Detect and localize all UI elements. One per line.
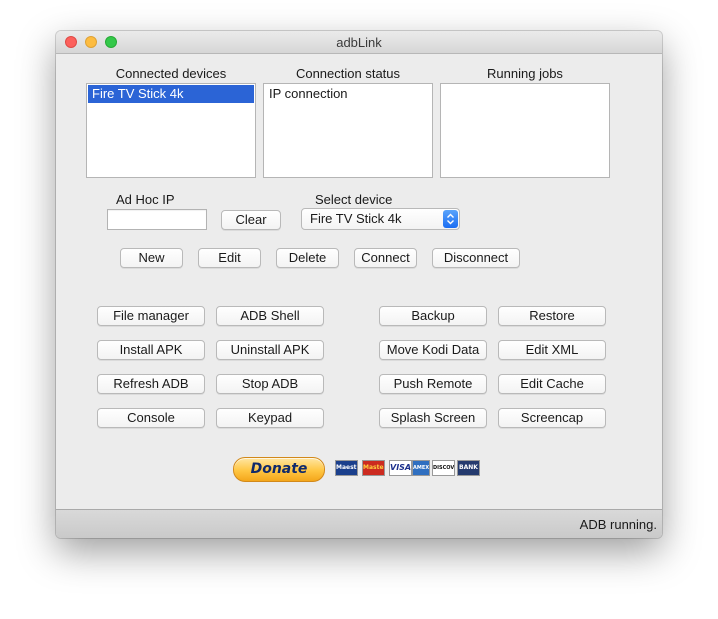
select-device-label: Select device [315, 192, 393, 207]
screencap-button[interactable]: Screencap [498, 408, 606, 428]
connected-devices-list[interactable]: Fire TV Stick 4k [86, 83, 256, 178]
console-button[interactable]: Console [97, 408, 205, 428]
device-list-item[interactable]: Fire TV Stick 4k [88, 85, 254, 103]
updown-arrows-icon [443, 210, 458, 228]
status-bar: ADB running. [56, 509, 662, 538]
backup-button[interactable]: Backup [379, 306, 487, 326]
device-select-value: Fire TV Stick 4k [310, 211, 402, 226]
amex-card-icon: AMEX [412, 460, 430, 476]
title-bar[interactable]: adbLink [56, 31, 662, 54]
edit-button[interactable]: Edit [198, 248, 261, 268]
new-button[interactable]: New [120, 248, 183, 268]
visa-card-icon: VISA [389, 460, 412, 476]
adb-shell-button[interactable]: ADB Shell [216, 306, 324, 326]
edit-xml-button[interactable]: Edit XML [498, 340, 606, 360]
clear-button[interactable]: Clear [221, 210, 281, 230]
bank-card-icon: BANK [457, 460, 480, 476]
splash-screen-button[interactable]: Splash Screen [379, 408, 487, 428]
edit-cache-button[interactable]: Edit Cache [498, 374, 606, 394]
adhoc-ip-label: Ad Hoc IP [116, 192, 175, 207]
push-remote-button[interactable]: Push Remote [379, 374, 487, 394]
uninstall-apk-button[interactable]: Uninstall APK [216, 340, 324, 360]
refresh-adb-button[interactable]: Refresh ADB [97, 374, 205, 394]
connect-button[interactable]: Connect [354, 248, 417, 268]
keypad-button[interactable]: Keypad [216, 408, 324, 428]
discover-card-icon: DISCOVER [432, 460, 455, 476]
adhoc-ip-input[interactable] [107, 209, 207, 230]
stop-adb-button[interactable]: Stop ADB [216, 374, 324, 394]
app-window: adbLink Connected devices Connection sta… [56, 31, 662, 538]
window-title: adbLink [336, 35, 382, 50]
donate-button[interactable]: Donate [233, 457, 325, 482]
maestro-card-icon: Maestro [335, 460, 358, 476]
restore-button[interactable]: Restore [498, 306, 606, 326]
status-list-item: IP connection [269, 86, 348, 101]
status-text: ADB running. [579, 517, 657, 532]
disconnect-button[interactable]: Disconnect [432, 248, 520, 268]
file-manager-button[interactable]: File manager [97, 306, 205, 326]
connection-status-list[interactable]: IP connection [263, 83, 433, 178]
connected-devices-label: Connected devices [115, 66, 227, 81]
connection-status-label: Connection status [295, 66, 401, 81]
install-apk-button[interactable]: Install APK [97, 340, 205, 360]
move-kodi-data-button[interactable]: Move Kodi Data [379, 340, 487, 360]
running-jobs-label: Running jobs [487, 66, 563, 81]
running-jobs-list[interactable] [440, 83, 610, 178]
device-select[interactable]: Fire TV Stick 4k [301, 208, 460, 230]
mastercard-card-icon: MasterCard [362, 460, 385, 476]
delete-button[interactable]: Delete [276, 248, 339, 268]
